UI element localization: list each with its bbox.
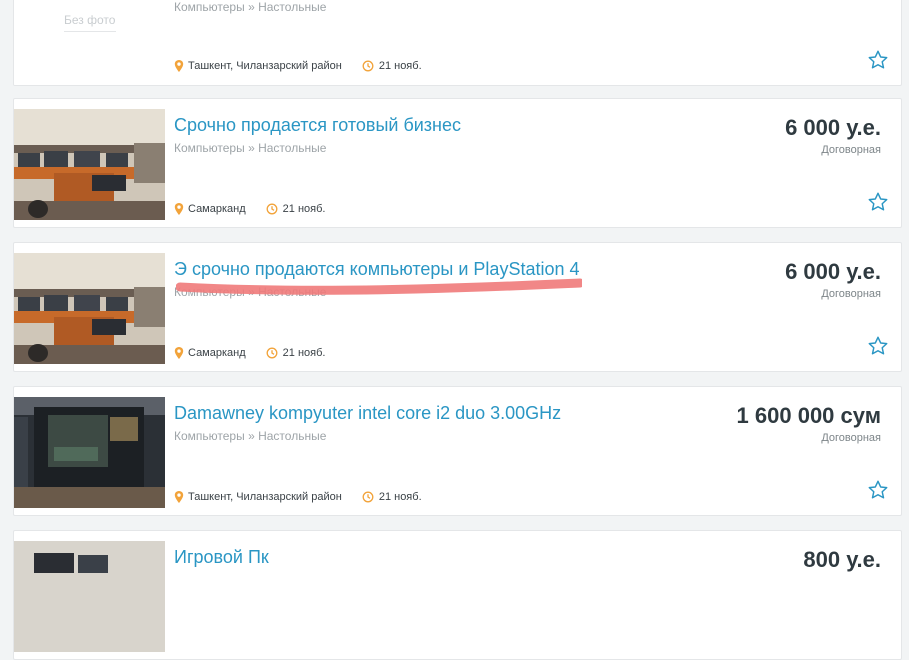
listing-card[interactable]: Игровой Пк 800 у.е. bbox=[13, 530, 902, 660]
listing-location: Ташкент, Чиланзарский район bbox=[188, 60, 342, 72]
listing-meta: Самарканд 21 нояб. bbox=[174, 347, 325, 359]
listing-date: 21 нояб. bbox=[378, 60, 422, 72]
price-negotiable-label: Договорная bbox=[821, 144, 881, 156]
listing-category: Компьютеры » Настольные bbox=[174, 429, 327, 443]
listing-title-link[interactable]: Damawney kompyuter intel core i2 duo 3.0… bbox=[174, 403, 561, 424]
listing-location: Самарканд bbox=[188, 203, 246, 215]
star-outline-icon[interactable] bbox=[867, 335, 889, 357]
listing-date: 21 нояб. bbox=[378, 491, 422, 503]
price-negotiable-label: Договорная bbox=[821, 432, 881, 444]
listing-price: 6 000 у.е. bbox=[785, 115, 881, 140]
listing-title-link[interactable]: Э срочно продаются компьютеры и PlayStat… bbox=[174, 259, 580, 280]
price-negotiable-label: Договорная bbox=[821, 288, 881, 300]
listing-category: Компьютеры » Настольные bbox=[174, 0, 327, 14]
listing-location: Самарканд bbox=[188, 347, 246, 359]
divider bbox=[64, 31, 116, 32]
listing-title-link[interactable]: Срочно продается готовый бизнес bbox=[174, 115, 461, 136]
listing-category: Компьютеры » Настольные bbox=[174, 285, 327, 299]
listing-price: 800 у.е. bbox=[803, 547, 881, 572]
listing-photo[interactable] bbox=[14, 541, 165, 652]
listing-photo[interactable] bbox=[14, 397, 165, 508]
clock-icon bbox=[266, 347, 278, 359]
clock-icon bbox=[266, 203, 278, 215]
no-photo-label: Без фото bbox=[64, 13, 116, 27]
clock-icon bbox=[362, 491, 374, 503]
location-pin-icon bbox=[174, 203, 184, 215]
star-outline-icon[interactable] bbox=[867, 191, 889, 213]
listing-card[interactable]: Э срочно продаются компьютеры и PlayStat… bbox=[13, 242, 902, 372]
listing-date: 21 нояб. bbox=[282, 203, 326, 215]
listing-location: Ташкент, Чиланзарский район bbox=[188, 491, 342, 503]
listing-meta: Самарканд 21 нояб. bbox=[174, 203, 325, 215]
no-photo-placeholder: Без фото bbox=[14, 1, 165, 85]
star-outline-icon[interactable] bbox=[867, 49, 889, 71]
listing-card[interactable]: Без фото Компьютеры » Настольные Ташкент… bbox=[13, 0, 902, 86]
listing-meta: Ташкент, Чиланзарский район 21 нояб. bbox=[174, 60, 422, 72]
location-pin-icon bbox=[174, 60, 184, 72]
listing-card[interactable]: Срочно продается готовый бизнес Компьюте… bbox=[13, 98, 902, 228]
listing-price: 1 600 000 сум bbox=[736, 403, 881, 428]
clock-icon bbox=[362, 60, 374, 72]
listing-title-link[interactable]: Игровой Пк bbox=[174, 547, 269, 568]
location-pin-icon bbox=[174, 347, 184, 359]
location-pin-icon bbox=[174, 491, 184, 503]
listing-meta: Ташкент, Чиланзарский район 21 нояб. bbox=[174, 491, 422, 503]
listing-photo[interactable] bbox=[14, 253, 165, 364]
listing-photo[interactable] bbox=[14, 109, 165, 220]
listing-category: Компьютеры » Настольные bbox=[174, 141, 327, 155]
listing-card[interactable]: Damawney kompyuter intel core i2 duo 3.0… bbox=[13, 386, 902, 516]
listing-date: 21 нояб. bbox=[282, 347, 326, 359]
star-outline-icon[interactable] bbox=[867, 479, 889, 501]
listing-price: 6 000 у.е. bbox=[785, 259, 881, 284]
